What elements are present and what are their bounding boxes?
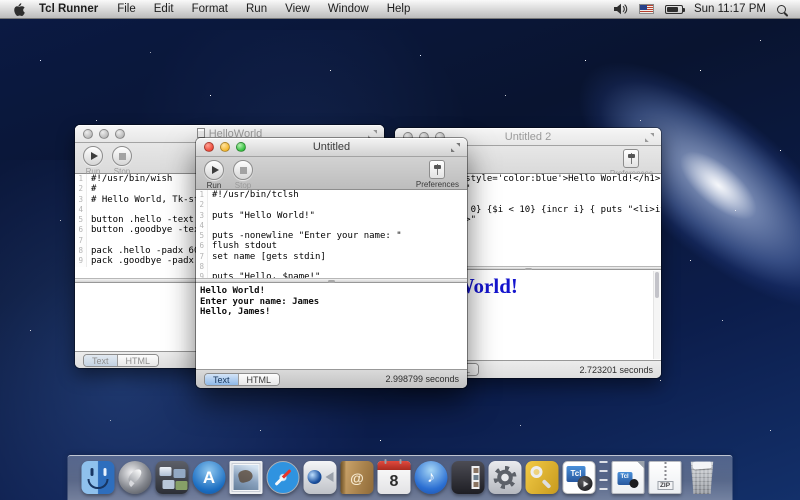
- app-menu[interactable]: Tcl Runner: [29, 3, 108, 15]
- code-editor[interactable]: 1#!/usr/bin/tclsh23puts "Hello World!"45…: [196, 190, 467, 278]
- volume-icon[interactable]: [613, 3, 628, 15]
- menu-item[interactable]: View: [276, 3, 319, 15]
- dock-address-book-icon[interactable]: @: [341, 461, 374, 494]
- output-pane[interactable]: Hello World!Enter your name: JamesHello,…: [196, 283, 467, 369]
- dock-safari-icon[interactable]: [267, 461, 300, 494]
- dock-finder-icon[interactable]: [82, 461, 115, 494]
- dock-launchpad-icon[interactable]: [119, 461, 152, 494]
- preferences-icon: [623, 149, 639, 168]
- zoom-button[interactable]: [115, 129, 125, 139]
- minimize-button[interactable]: [99, 129, 109, 139]
- bottom-bar: Text HTML 2.998799 seconds: [196, 369, 467, 388]
- output-mode-tabs: Text HTML: [83, 354, 159, 367]
- elapsed-time: 2.998799 seconds: [385, 374, 459, 384]
- run-button[interactable]: Run: [83, 146, 103, 176]
- window-untitled: Untitled Run Stop Preferences 1#!/usr/bi…: [196, 138, 467, 388]
- code-line: 1#!/usr/bin/tclsh: [196, 190, 467, 200]
- tab-text[interactable]: Text: [84, 355, 117, 366]
- dock: A: [68, 455, 733, 500]
- code-line: 7set name [gets stdin]: [196, 252, 467, 262]
- menu-item[interactable]: Help: [378, 3, 420, 15]
- menu-items: FileEditFormatRunViewWindowHelp: [108, 3, 419, 15]
- tab-text[interactable]: Text: [205, 374, 238, 385]
- battery-icon[interactable]: [665, 5, 683, 14]
- dock-tcl-runner-icon[interactable]: Tcl: [563, 461, 596, 494]
- dock-zip-archive-icon[interactable]: ZIP: [649, 461, 682, 494]
- document-icon: [197, 128, 205, 138]
- preferences-button[interactable]: Preferences: [416, 160, 459, 189]
- code-line: 8: [196, 262, 467, 272]
- output-line: Enter your name: James: [200, 297, 463, 308]
- stop-button[interactable]: Stop: [112, 146, 132, 176]
- menu-item[interactable]: Format: [183, 3, 237, 15]
- stop-icon: [119, 153, 126, 160]
- input-source-flag-icon[interactable]: [639, 4, 654, 14]
- menu-item[interactable]: Window: [319, 3, 378, 15]
- dock-system-preferences-icon[interactable]: [489, 461, 522, 494]
- dock-itunes-icon[interactable]: ♪: [415, 461, 448, 494]
- run-button[interactable]: Run: [204, 160, 224, 190]
- dock-app-store-icon[interactable]: A: [193, 461, 226, 494]
- zoom-button[interactable]: [236, 142, 246, 152]
- dock-ical-icon[interactable]: 8: [378, 461, 411, 494]
- preferences-icon: [429, 160, 445, 179]
- menu-item[interactable]: Run: [237, 3, 276, 15]
- close-button[interactable]: [204, 142, 214, 152]
- tab-html[interactable]: HTML: [117, 355, 159, 366]
- minimize-button[interactable]: [220, 142, 230, 152]
- code-line: 2: [196, 200, 467, 210]
- dock-items: A: [82, 461, 719, 494]
- code-line: 3puts "Hello World!": [196, 211, 467, 221]
- dock-facetime-icon[interactable]: [304, 461, 337, 494]
- spotlight-icon[interactable]: [777, 5, 786, 14]
- menu-bar: Tcl Runner FileEditFormatRunViewWindowHe…: [0, 0, 800, 19]
- titlebar-untitled[interactable]: Untitled: [196, 138, 467, 157]
- window-title: Untitled 2: [505, 131, 551, 143]
- output-line: Hello, James!: [200, 307, 463, 318]
- code-line: 5puts -nonewline "Enter your name: ": [196, 231, 467, 241]
- dock-photo-booth-icon[interactable]: [452, 461, 485, 494]
- dock-search-utility-icon[interactable]: [526, 461, 559, 494]
- menu-bar-status: Sun 11:17 PM: [613, 3, 790, 15]
- menu-item[interactable]: Edit: [145, 3, 183, 15]
- dock-separator-icon[interactable]: [600, 461, 608, 494]
- code-line: 4: [196, 221, 467, 231]
- dock-mission-control-icon[interactable]: [156, 461, 189, 494]
- menu-bar-clock[interactable]: Sun 11:17 PM: [694, 3, 766, 15]
- dock-mail-icon[interactable]: [230, 461, 263, 494]
- window-title: Untitled: [313, 141, 350, 153]
- menu-item[interactable]: File: [108, 3, 145, 15]
- apple-menu-icon[interactable]: [12, 2, 25, 16]
- dock-tcl-document-icon[interactable]: Tcl: [612, 461, 645, 494]
- dock-trash-icon[interactable]: [686, 461, 719, 494]
- tab-html[interactable]: HTML: [238, 374, 280, 385]
- window-controls: [204, 142, 246, 152]
- close-button[interactable]: [83, 129, 93, 139]
- stop-icon: [240, 167, 247, 174]
- play-icon: [91, 152, 98, 160]
- fullscreen-icon[interactable]: [644, 132, 655, 143]
- window-controls: [83, 129, 125, 139]
- fullscreen-icon[interactable]: [450, 142, 461, 153]
- play-icon: [212, 166, 219, 174]
- output-line: Hello World!: [200, 286, 463, 297]
- toolbar: Run Stop Preferences: [196, 157, 467, 190]
- stop-button[interactable]: Stop: [233, 160, 253, 190]
- code-line: 6flush stdout: [196, 241, 467, 251]
- output-scrollbar[interactable]: [653, 271, 660, 359]
- elapsed-time: 2.723201 seconds: [579, 365, 653, 375]
- output-mode-tabs: Text HTML: [204, 373, 280, 386]
